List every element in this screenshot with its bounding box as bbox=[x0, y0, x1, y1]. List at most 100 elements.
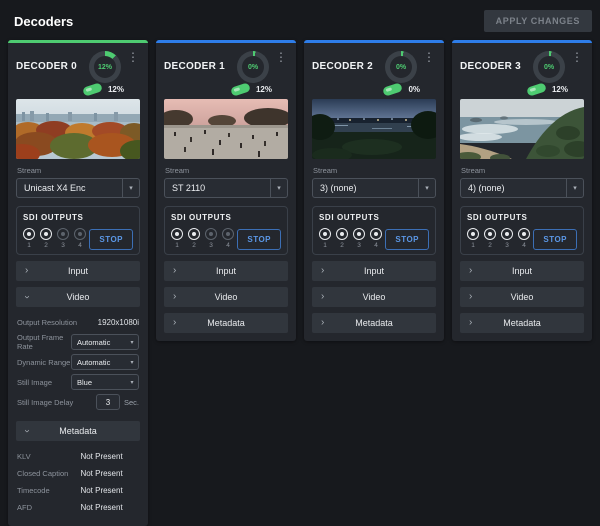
power-icon bbox=[40, 228, 52, 240]
sdi-output-toggle-1[interactable]: 1 bbox=[23, 228, 35, 249]
sdi-output-number: 3 bbox=[505, 242, 509, 249]
dynamic-range-select[interactable]: Automatic ▾ bbox=[71, 354, 139, 370]
chevron-down-icon: ▾ bbox=[270, 179, 287, 197]
stream-select[interactable]: ST 2110 ▾ bbox=[164, 178, 288, 198]
apply-changes-button[interactable]: APPLY CHANGES bbox=[484, 10, 592, 32]
still-image-value: Blue bbox=[72, 378, 126, 387]
sdi-output-toggle-3[interactable]: 3 bbox=[353, 228, 365, 249]
sdi-output-number: 4 bbox=[78, 242, 82, 249]
metadata-label: KLV bbox=[17, 452, 80, 461]
accordion-input[interactable]: › Input bbox=[164, 261, 288, 281]
output-resolution-value: 1920x1080i bbox=[98, 318, 139, 327]
usage-ring-label: 0% bbox=[248, 64, 258, 71]
sdi-output-toggle-3[interactable]: 3 bbox=[501, 228, 513, 249]
setting-row: Still Image Delay Sec. bbox=[17, 392, 139, 412]
chevron-down-icon: ▾ bbox=[126, 375, 138, 389]
decoder-card-1: DECODER 1 0% ⋮ 12% Stream ST 2110 ▾ SDI … bbox=[156, 40, 296, 341]
sdi-output-toggle-1[interactable]: 1 bbox=[467, 228, 479, 249]
kebab-menu-icon[interactable]: ⋮ bbox=[570, 49, 584, 65]
sdi-outputs-panel: SDI OUTPUTS 1 2 3 bbox=[16, 206, 140, 255]
chevron-right-icon: › bbox=[25, 266, 28, 276]
sdi-output-number: 3 bbox=[209, 242, 213, 249]
accordion-input[interactable]: › Input bbox=[460, 261, 584, 281]
setting-row: Dynamic Range Automatic ▾ bbox=[17, 352, 139, 372]
stream-select[interactable]: 4) (none) ▾ bbox=[460, 178, 584, 198]
power-icon bbox=[23, 228, 35, 240]
kebab-menu-icon[interactable]: ⋮ bbox=[274, 49, 288, 65]
accordion-label: Video bbox=[164, 292, 288, 302]
sdi-output-toggle-3[interactable]: 3 bbox=[57, 228, 69, 249]
stream-select[interactable]: Unicast X4 Enc ▾ bbox=[16, 178, 140, 198]
accordion-video[interactable]: › Video bbox=[16, 287, 140, 307]
usage-ring-label: 0% bbox=[396, 64, 406, 71]
still-image-delay-input[interactable] bbox=[96, 394, 120, 410]
sdi-output-toggle-2[interactable]: 2 bbox=[484, 228, 496, 249]
accordion-metadata[interactable]: › Metadata bbox=[16, 421, 140, 441]
setting-row: Output Resolution 1920x1080i bbox=[17, 312, 139, 332]
sdi-outputs-title: SDI OUTPUTS bbox=[467, 213, 577, 222]
stop-button[interactable]: STOP bbox=[89, 229, 133, 250]
power-icon bbox=[205, 228, 217, 240]
setting-label: Output Resolution bbox=[17, 318, 98, 327]
chevron-down-icon: › bbox=[22, 295, 32, 298]
power-icon bbox=[222, 228, 234, 240]
sdi-output-toggle-1[interactable]: 1 bbox=[171, 228, 183, 249]
frame-rate-select[interactable]: Automatic ▾ bbox=[71, 334, 139, 350]
sdi-output-toggle-4[interactable]: 4 bbox=[74, 228, 86, 249]
metadata-row: Closed Caption Not Present bbox=[17, 465, 139, 482]
load-percent: 0% bbox=[408, 85, 420, 94]
stop-button[interactable]: STOP bbox=[237, 229, 281, 250]
stream-select[interactable]: 3) (none) ▾ bbox=[312, 178, 436, 198]
stream-label: Stream bbox=[313, 166, 436, 175]
accordion-metadata[interactable]: › Metadata bbox=[164, 313, 288, 333]
still-image-select[interactable]: Blue ▾ bbox=[71, 374, 139, 390]
setting-label: Dynamic Range bbox=[17, 358, 71, 367]
sdi-output-toggle-4[interactable]: 4 bbox=[222, 228, 234, 249]
metadata-row: Timecode Not Present bbox=[17, 482, 139, 499]
accordion-metadata[interactable]: › Metadata bbox=[460, 313, 584, 333]
stop-button[interactable]: STOP bbox=[533, 229, 577, 250]
accordion-label: Metadata bbox=[16, 426, 140, 436]
power-icon bbox=[484, 228, 496, 240]
chevron-right-icon: › bbox=[321, 318, 324, 328]
chevron-down-icon: ▾ bbox=[126, 355, 138, 369]
accordion-video[interactable]: › Video bbox=[164, 287, 288, 307]
sdi-output-toggle-3[interactable]: 3 bbox=[205, 228, 217, 249]
metadata-value: Not Present bbox=[80, 452, 122, 461]
card-header: DECODER 1 0% ⋮ bbox=[164, 49, 288, 83]
metadata-value: Not Present bbox=[80, 486, 122, 495]
chevron-right-icon: › bbox=[469, 318, 472, 328]
usage-ring-label: 12% bbox=[98, 64, 112, 71]
page-title: Decoders bbox=[14, 14, 73, 29]
usage-ring: 12% bbox=[89, 51, 121, 83]
sdi-output-toggle-2[interactable]: 2 bbox=[188, 228, 200, 249]
decoder-title: DECODER 0 bbox=[16, 49, 89, 72]
accordion-video[interactable]: › Video bbox=[312, 287, 436, 307]
kebab-menu-icon[interactable]: ⋮ bbox=[126, 49, 140, 65]
stream-select-value: 4) (none) bbox=[461, 183, 566, 193]
accordion-input[interactable]: › Input bbox=[16, 261, 140, 281]
card-header: DECODER 2 0% ⋮ bbox=[312, 49, 436, 83]
accordion-metadata[interactable]: › Metadata bbox=[312, 313, 436, 333]
sdi-output-group: 1 2 3 4 bbox=[171, 227, 234, 249]
kebab-menu-icon[interactable]: ⋮ bbox=[422, 49, 436, 65]
sdi-output-toggle-4[interactable]: 4 bbox=[518, 228, 530, 249]
accordion-label: Video bbox=[460, 292, 584, 302]
accordion-input[interactable]: › Input bbox=[312, 261, 436, 281]
stop-button[interactable]: STOP bbox=[385, 229, 429, 250]
sdi-output-toggle-1[interactable]: 1 bbox=[319, 228, 331, 249]
chevron-down-icon: ▾ bbox=[418, 179, 435, 197]
accordion-label: Video bbox=[16, 292, 140, 302]
chevron-right-icon: › bbox=[173, 318, 176, 328]
metadata-label: Closed Caption bbox=[17, 469, 80, 478]
chevron-right-icon: › bbox=[173, 292, 176, 302]
stream-select-value: Unicast X4 Enc bbox=[17, 183, 122, 193]
sdi-output-toggle-2[interactable]: 2 bbox=[40, 228, 52, 249]
sdi-output-toggle-2[interactable]: 2 bbox=[336, 228, 348, 249]
accordion-video[interactable]: › Video bbox=[460, 287, 584, 307]
stream-select-value: ST 2110 bbox=[165, 183, 270, 193]
sdi-outputs-title: SDI OUTPUTS bbox=[319, 213, 429, 222]
sdi-output-toggle-4[interactable]: 4 bbox=[370, 228, 382, 249]
decoder-cards-row: DECODER 0 12% ⋮ 12% Strea bbox=[0, 40, 600, 526]
decoder-card-0: DECODER 0 12% ⋮ 12% Strea bbox=[8, 40, 148, 526]
